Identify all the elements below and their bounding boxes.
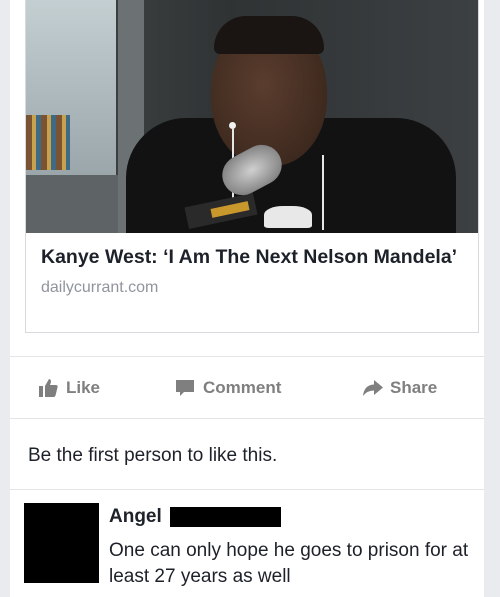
redaction-bar — [169, 507, 281, 527]
like-label: Like — [66, 378, 101, 397]
action-bar: Like Comment Share — [10, 356, 484, 419]
comment-label: Comment — [203, 378, 282, 397]
avatar[interactable] — [24, 503, 99, 583]
link-preview-card[interactable]: Kanye West: ‘I Am The Next Nelson Mandel… — [25, 0, 479, 333]
share-label: Share — [390, 378, 438, 397]
feed-post: Kanye West: ‘I Am The Next Nelson Mandel… — [10, 0, 484, 597]
share-button[interactable]: Share — [362, 376, 437, 400]
comment: Angel One can only hope he goes to priso… — [10, 490, 484, 597]
speech-bubble-icon — [175, 378, 195, 398]
likes-summary-text: Be the first person to like this. — [28, 445, 278, 466]
link-preview-image[interactable] — [26, 0, 478, 233]
link-title[interactable]: Kanye West: ‘I Am The Next Nelson Mandel… — [41, 245, 464, 270]
link-domain: dailycurrant.com — [41, 279, 159, 296]
commenter: Angel — [109, 506, 281, 528]
comment-text: One can only hope he goes to prison for … — [109, 540, 469, 587]
likes-summary: Be the first person to like this. — [10, 419, 484, 490]
thumbs-up-icon — [38, 378, 58, 398]
commenter-name[interactable]: Angel — [109, 506, 162, 528]
link-info: Kanye West: ‘I Am The Next Nelson Mandel… — [26, 233, 478, 297]
share-arrow-icon — [362, 378, 383, 398]
like-button[interactable]: Like — [38, 376, 100, 400]
comment-button[interactable]: Comment — [175, 376, 281, 400]
